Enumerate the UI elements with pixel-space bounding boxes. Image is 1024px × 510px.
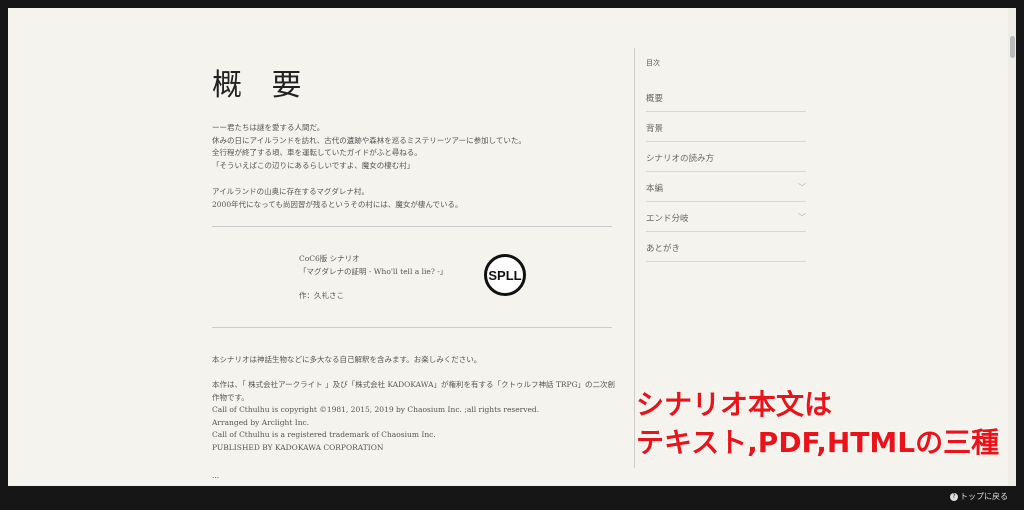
intro-line: 全行程が終了する頃、車を運転していたガイドがふと尋ねる。 (212, 148, 422, 157)
spll-seal-logo: SPLL (484, 254, 526, 296)
help-icon: ? (950, 492, 958, 501)
divider (212, 327, 612, 328)
toc-label: エンド分岐 (646, 213, 689, 224)
notice-text: 本シナリオは神話生物などに多大なる自己解釈を含みます。お楽しみください。 (212, 355, 482, 364)
chevron-down-icon[interactable]: ﹀ (798, 182, 806, 193)
credits-line: Arranged by Arclight Inc. (212, 417, 310, 427)
village-text: アイルランドの山奥に存在するマグダレナ村。 2000年代になっても尚因習が残ると… (212, 186, 462, 211)
annotation-overlay: シナリオ本文は テキスト,PDF,HTMLの三種 (636, 386, 999, 462)
scenario-system: CoC6版 シナリオ (299, 254, 360, 263)
toc-item-background[interactable]: 背景 (646, 112, 806, 142)
credits-line: PUBLISHED BY KADOKAWA CORPORATION (212, 442, 384, 452)
intro-line: 「そういえばこの辺りにあるらしいですよ、魔女の棲む村」 (212, 160, 415, 170)
divider (212, 226, 612, 227)
scenario-author: 作：久礼さこ (299, 291, 344, 300)
scrollbar[interactable] (1008, 8, 1016, 486)
back-to-top-label: トップに戻る (960, 492, 1008, 501)
toc-label: あとがき (646, 243, 681, 254)
sidebar-divider (634, 48, 635, 468)
toc-item-main-story[interactable]: 本編 ﹀ (646, 172, 806, 202)
intro-line: 休みの日にアイルランドを訪れ、古代の遺跡や森林を巡るミステリーツアーに参加してい… (212, 135, 526, 145)
credits-line: 作物です。 (212, 392, 249, 402)
toc-label: 背景 (646, 123, 664, 134)
toc-item-overview[interactable]: 概要 (646, 82, 806, 112)
ellipsis: ... (212, 471, 220, 480)
village-line: 2000年代になっても尚因習が残るというその村には、魔女が棲んでいる。 (212, 199, 463, 209)
table-of-contents: 目次 概要 背景 シナリオの読み方 本編 ﹀ エンド分岐 ﹀ あとがき (646, 58, 806, 262)
scenario-info: CoC6版 シナリオ 「マグダレナの証明 - Who'll tell a lie… (299, 253, 447, 303)
intro-text: ーー君たちは謎を愛する人間だ。 休みの日にアイルランドを訪れ、古代の遺跡や森林を… (212, 122, 526, 172)
toc-item-endings[interactable]: エンド分岐 ﹀ (646, 202, 806, 232)
toc-item-how-to-read[interactable]: シナリオの読み方 (646, 142, 806, 172)
toc-label: 概要 (646, 93, 664, 104)
toc-title: 目次 (646, 59, 660, 67)
credits-line: Call of Cthulhu is a registered trademar… (212, 430, 436, 439)
seal-text: SPLL (488, 267, 522, 283)
credits-line: 本作は、「 株式会社アークライト 」及び「株式会社 KADOKAWA」が権利を有… (212, 380, 616, 389)
intro-line: ーー君たちは謎を愛する人間だ。 (212, 123, 325, 132)
toc-label: シナリオの読み方 (646, 153, 715, 164)
toc-label: 本編 (646, 183, 664, 194)
chevron-down-icon[interactable]: ﹀ (798, 212, 806, 223)
scenario-name: 「マグダレナの証明 - Who'll tell a lie? -」 (299, 266, 448, 276)
page: 概 要 ーー君たちは謎を愛する人間だ。 休みの日にアイルランドを訪れ、古代の遺跡… (8, 8, 1016, 486)
credits-line: Call of Cthulhu is copyright ©1981, 2015… (212, 405, 540, 414)
credits-text: 本作は、「 株式会社アークライト 」及び「株式会社 KADOKAWA」が権利を有… (212, 379, 615, 454)
scrollbar-thumb[interactable] (1010, 36, 1015, 58)
annotation-line: テキスト,PDF,HTMLの三種 (636, 426, 1000, 459)
page-title: 概 要 (212, 68, 312, 103)
back-to-top-button[interactable]: ? トップに戻る (950, 491, 1008, 502)
toc-item-afterword[interactable]: あとがき (646, 232, 806, 262)
annotation-line: シナリオ本文は (636, 388, 833, 421)
village-line: アイルランドの山奥に存在するマグダレナ村。 (212, 187, 369, 196)
